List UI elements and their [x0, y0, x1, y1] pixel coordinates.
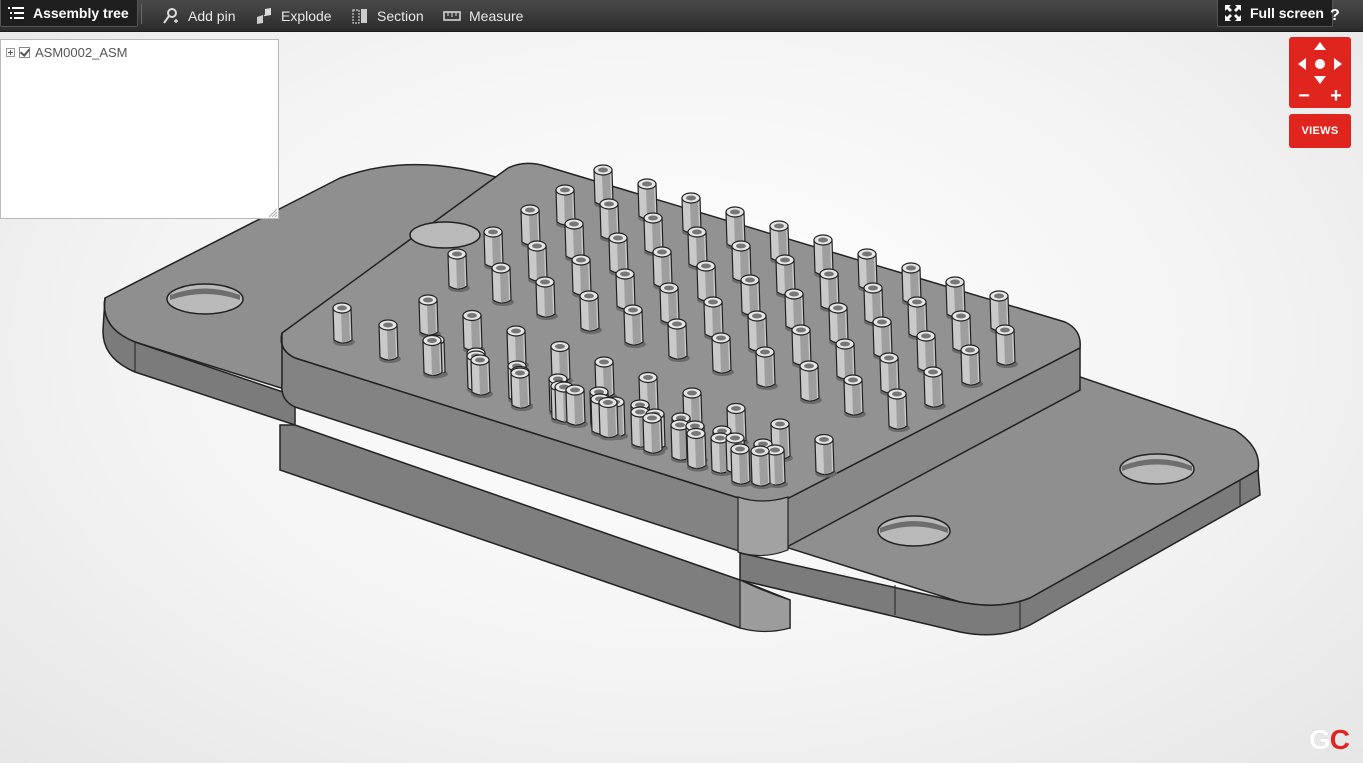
fullscreen-icon: [1224, 4, 1242, 22]
explode-icon: [255, 7, 273, 25]
full-screen-button[interactable]: Full screen: [1217, 0, 1333, 27]
arrow-down-icon: [1314, 76, 1326, 84]
explode-button[interactable]: Explode: [255, 0, 332, 32]
logo: GC: [1309, 724, 1350, 756]
pin-icon: [162, 7, 180, 25]
add-pin-label: Add pin: [188, 8, 236, 24]
pan-right-button[interactable]: [1333, 57, 1343, 71]
mounting-hole-left: [166, 283, 244, 315]
list-icon: [7, 4, 25, 22]
resize-grip-icon[interactable]: [267, 207, 277, 217]
pan-down-button[interactable]: [1314, 75, 1326, 85]
assembly-tree-label: Assembly tree: [33, 5, 129, 21]
measure-label: Measure: [469, 8, 524, 24]
section-icon: [351, 7, 369, 25]
explode-label: Explode: [281, 8, 332, 24]
ruler-icon: [443, 7, 461, 25]
arrow-left-icon: [1298, 58, 1306, 70]
measure-button[interactable]: Measure: [443, 0, 523, 32]
section-label: Section: [377, 8, 424, 24]
arrow-right-icon: [1334, 58, 1342, 70]
zoom-in-button[interactable]: +: [1327, 85, 1345, 107]
pan-up-button[interactable]: [1314, 41, 1326, 51]
tree-node-root[interactable]: ASM0002_ASM: [6, 43, 128, 61]
zoom-out-button[interactable]: −: [1295, 85, 1313, 107]
help-label: ?: [1330, 7, 1340, 24]
mounting-hole-bottom: [877, 515, 951, 547]
mounting-hole-right: [1119, 453, 1195, 485]
navigation-pad: − +: [1289, 37, 1351, 108]
assembly-tree-panel: ASM0002_ASM: [0, 39, 279, 219]
zoom-out-label: −: [1298, 85, 1310, 107]
zoom-in-label: +: [1330, 85, 1342, 107]
views-label: VIEWS: [1301, 125, 1339, 137]
section-button[interactable]: Section: [351, 0, 424, 32]
pan-left-button[interactable]: [1297, 57, 1307, 71]
raised-block-corner: [737, 496, 789, 557]
full-screen-label: Full screen: [1250, 5, 1324, 21]
logo-letter-g: G: [1309, 724, 1331, 755]
center-dot-icon: [1315, 59, 1325, 69]
add-pin-button[interactable]: Add pin: [162, 0, 235, 32]
arrow-up-icon: [1314, 42, 1326, 50]
logo-letter-c: C: [1329, 724, 1350, 755]
expand-icon[interactable]: [6, 47, 15, 57]
assembly-tree-button[interactable]: Assembly tree: [0, 0, 138, 27]
views-button[interactable]: VIEWS: [1289, 114, 1351, 148]
toolbar: Assembly tree Add pin Explode Section Me…: [0, 0, 1363, 32]
reset-view-button[interactable]: [1314, 57, 1326, 71]
checkbox-icon[interactable]: [19, 46, 30, 58]
toolbar-separator: [141, 4, 142, 24]
mounting-hole-top: [409, 221, 481, 249]
help-button[interactable]: ?: [1330, 0, 1340, 32]
tree-node-label[interactable]: ASM0002_ASM: [35, 45, 128, 60]
